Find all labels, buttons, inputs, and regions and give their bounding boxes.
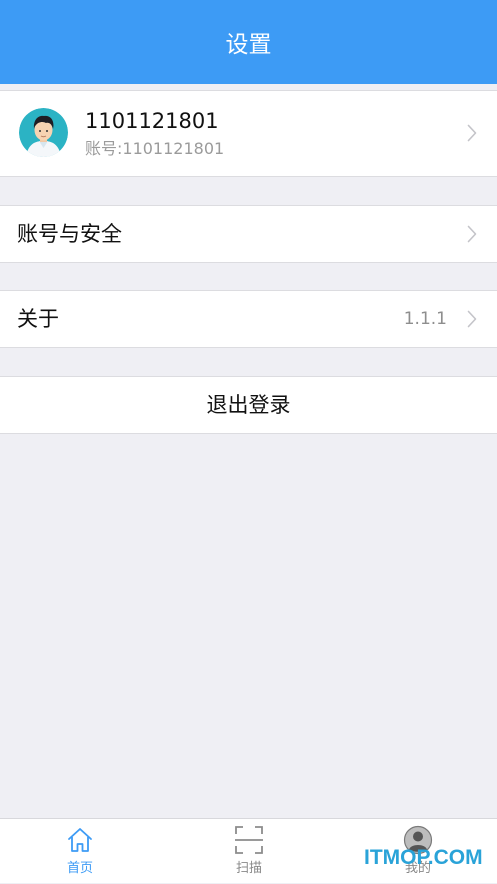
account-security-row[interactable]: 账号与安全	[0, 205, 497, 263]
version-value: 1.1.1	[403, 309, 447, 329]
page-title: 设置	[225, 32, 272, 58]
account-security-label: 账号与安全	[17, 222, 122, 246]
home-icon	[68, 828, 92, 852]
tab-scan[interactable]: 扫描	[209, 819, 289, 884]
nav-header: 设置	[0, 0, 497, 84]
chevron-right-icon	[467, 124, 477, 142]
logout-button[interactable]: 退出登录	[0, 376, 497, 434]
chevron-right-icon	[467, 225, 477, 243]
chevron-right-icon	[467, 310, 477, 328]
scan-icon	[235, 826, 263, 854]
logout-label: 退出登录	[206, 393, 291, 417]
avatar	[19, 108, 68, 157]
about-row[interactable]: 关于 1.1.1	[0, 290, 497, 348]
tab-home[interactable]: 首页	[40, 819, 120, 884]
tab-scan-label: 扫描	[235, 861, 262, 876]
profile-row[interactable]: 1101121801 账号:1101121801	[0, 90, 497, 177]
about-label: 关于	[17, 307, 59, 331]
profile-account: 账号:1101121801	[85, 139, 225, 158]
tab-home-label: 首页	[66, 861, 93, 876]
profile-name: 1101121801	[85, 109, 219, 133]
watermark: ITMOP.COM	[364, 846, 483, 869]
avatar-icon	[19, 108, 68, 157]
